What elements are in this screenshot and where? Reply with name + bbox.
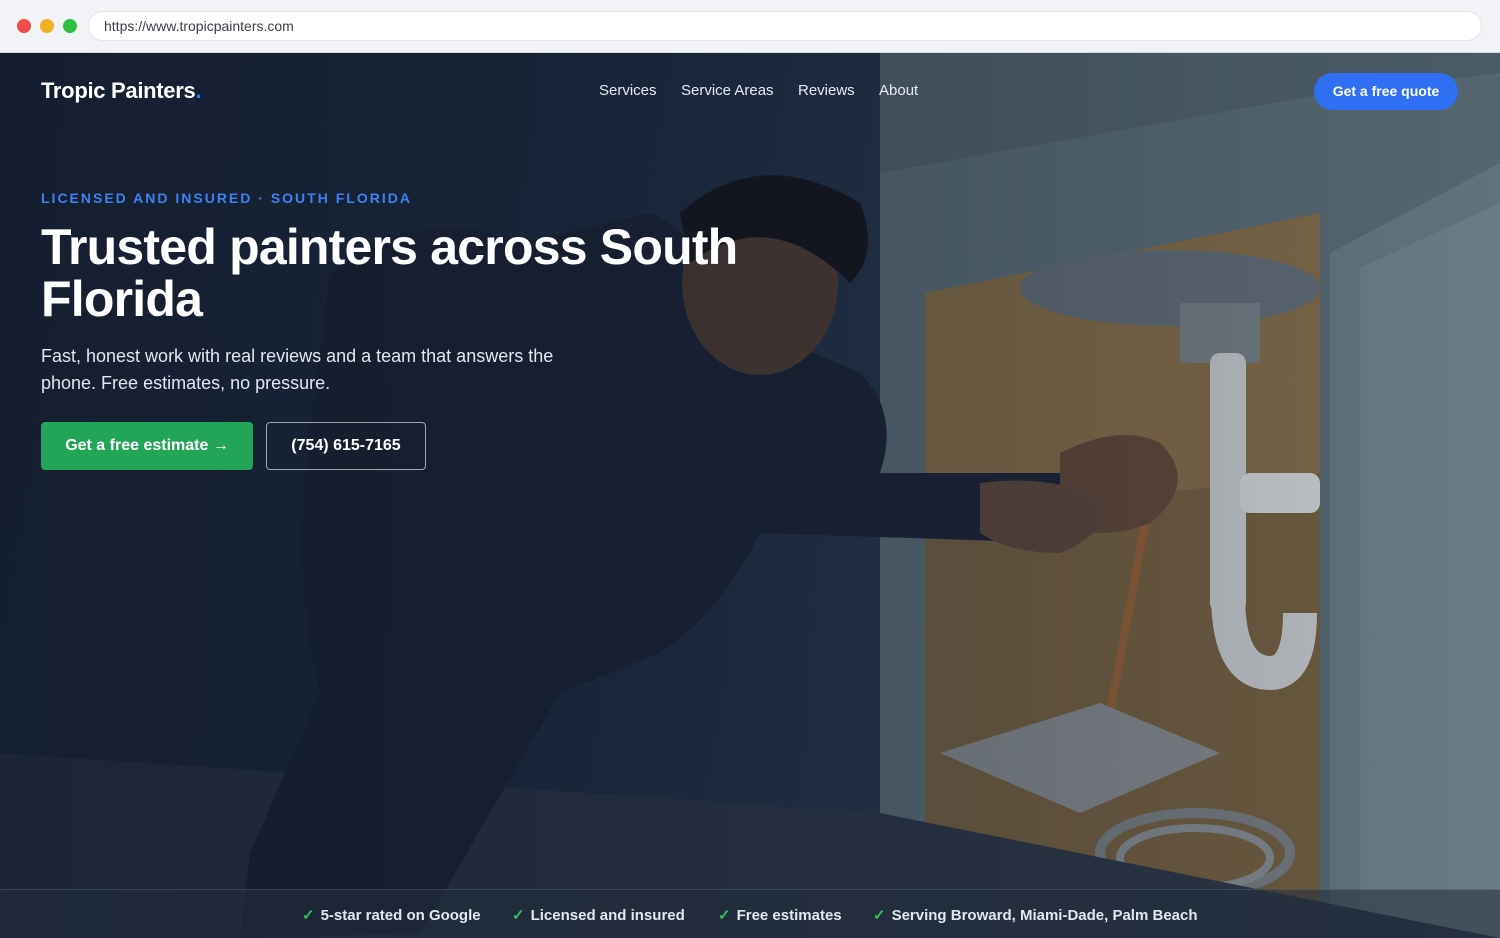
get-free-quote-button[interactable]: Get a free quote (1314, 73, 1458, 110)
check-icon: ✓ (718, 907, 731, 924)
hero-subheadline: Fast, honest work with real reviews and … (41, 346, 554, 393)
phone-call-button[interactable]: (754) 615-7165 (266, 422, 426, 470)
site-logo[interactable]: Tropic Painters. (41, 78, 202, 104)
nav-service-areas[interactable]: Service Areas (681, 82, 774, 99)
trust-bar: ✓ 5-star rated on Google ✓ Licensed and in… (0, 889, 1500, 938)
trust-item-licensed: ✓ Licensed and insured (512, 906, 685, 924)
hero-overlay (0, 53, 1500, 938)
trust-item-label: Licensed and insured (530, 907, 685, 924)
hero-eyebrow: LICENSED AND INSURED · SOUTH FLORIDA (41, 190, 412, 206)
maximize-window-icon[interactable] (63, 19, 77, 33)
logo-text: Tropic Painters (41, 78, 196, 103)
get-free-estimate-button[interactable]: Get a free estimate → (41, 422, 253, 470)
nav-services[interactable]: Services (599, 82, 657, 99)
trust-item-service-area: ✓ Serving Broward, Miami-Dade, Palm Beach (873, 906, 1198, 924)
check-icon: ✓ (873, 907, 886, 924)
close-window-icon[interactable] (17, 19, 31, 33)
trust-item-label: Free estimates (736, 907, 842, 924)
hero-headline: Trusted painters across South Florida (41, 219, 738, 327)
check-icon: ✓ (512, 907, 525, 924)
trust-item-free-estimates: ✓ Free estimates (718, 906, 842, 924)
nav-about[interactable]: About (879, 82, 918, 99)
trust-item-google-rating: ✓ 5-star rated on Google (302, 906, 481, 924)
trust-item-label: 5-star rated on Google (320, 907, 481, 924)
minimize-window-icon[interactable] (40, 19, 54, 33)
hero-section: Tropic Painters. Services Service Areas … (0, 53, 1500, 938)
nav-reviews[interactable]: Reviews (798, 82, 855, 99)
check-icon: ✓ (302, 907, 315, 924)
trust-item-label: Serving Broward, Miami-Dade, Palm Beach (891, 907, 1198, 924)
logo-dot: . (195, 78, 202, 103)
browser-chrome: https://www.tropicpainters.com (0, 0, 1500, 53)
address-bar[interactable]: https://www.tropicpainters.com (88, 11, 1482, 41)
